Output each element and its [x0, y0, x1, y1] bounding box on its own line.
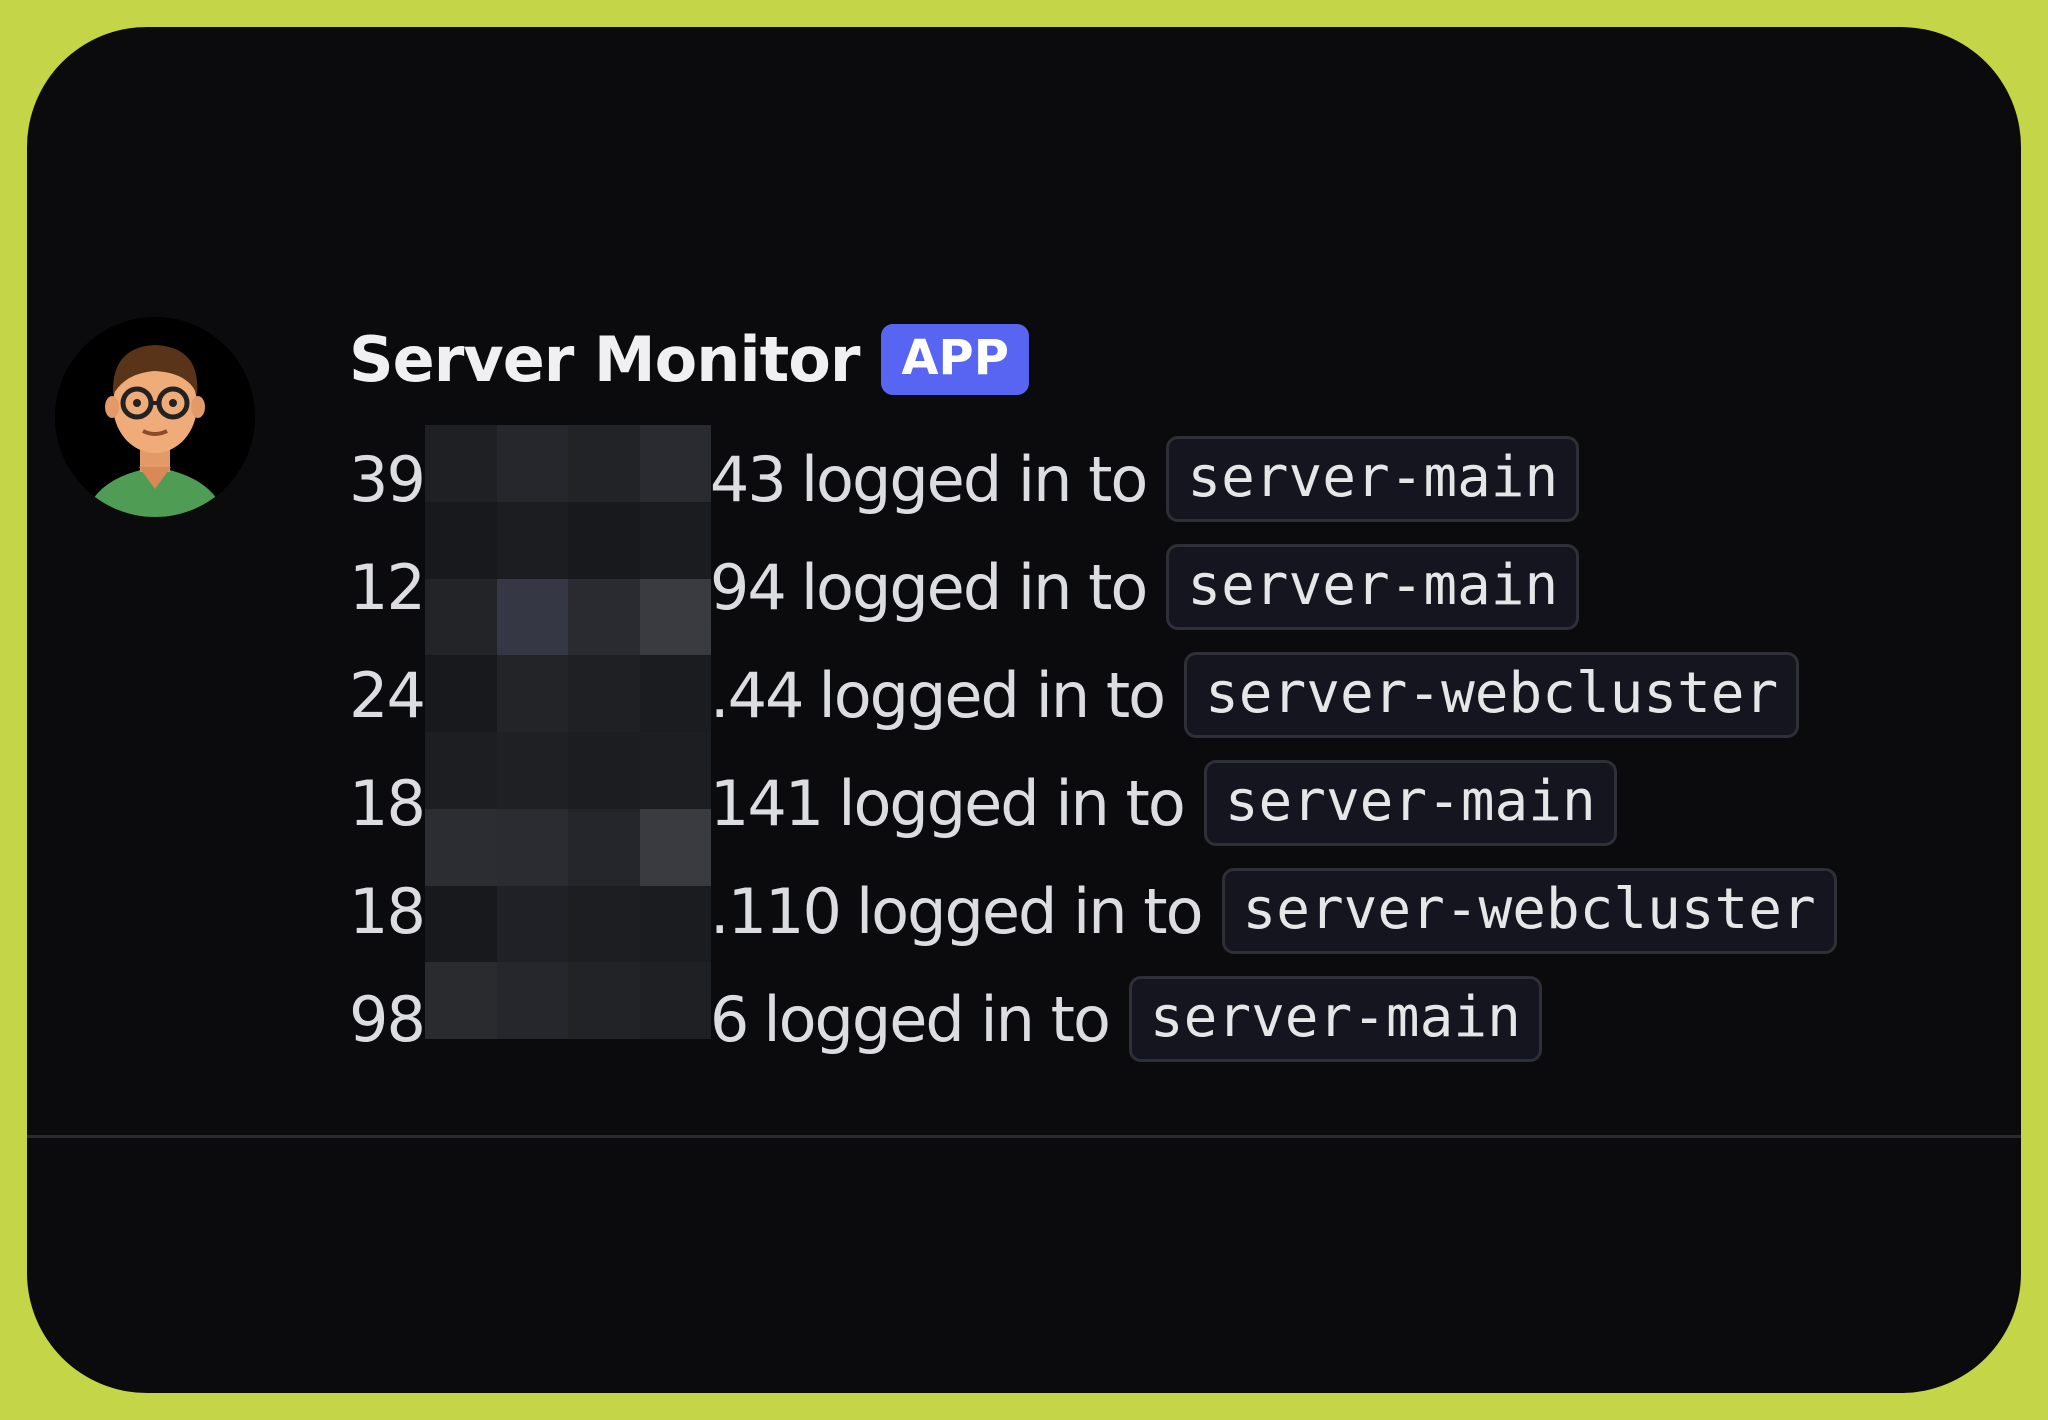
message-frame: Server Monitor APP 39 43 logged in to se…	[27, 27, 2021, 1393]
ip-suffix: 94	[709, 550, 787, 624]
server-code: server-webcluster	[1184, 652, 1800, 738]
log-text: logged in to	[800, 550, 1149, 624]
avatar-icon	[55, 317, 255, 517]
server-code: server-main	[1166, 544, 1580, 630]
server-code: server-main	[1203, 760, 1617, 846]
ip-prefix: 18	[349, 766, 426, 840]
log-text: logged in to	[838, 766, 1186, 840]
server-code: server-main	[1128, 976, 1542, 1062]
ip-prefix: 98	[349, 982, 426, 1056]
avatar[interactable]	[55, 317, 255, 517]
ip-suffix: .44	[709, 658, 805, 732]
ip-prefix: 18	[349, 874, 426, 948]
log-text: logged in to	[800, 442, 1149, 516]
message-header: Server Monitor APP	[349, 323, 1029, 396]
log-text: logged in to	[818, 658, 1167, 732]
log-text: logged in to	[855, 874, 1204, 948]
ip-suffix: 141	[709, 766, 824, 840]
ip-prefix: 12	[349, 550, 426, 624]
log-text: logged in to	[763, 982, 1111, 1056]
ip-prefix: 24	[349, 658, 426, 732]
server-code: server-main	[1166, 436, 1580, 522]
ip-prefix: 39	[349, 442, 426, 516]
ip-suffix: .110	[709, 874, 842, 948]
app-badge: APP	[881, 324, 1029, 395]
ip-suffix: 6	[709, 982, 749, 1056]
redaction-pixelation	[425, 425, 711, 1039]
ip-suffix: 43	[709, 442, 787, 516]
message-divider	[27, 1135, 2021, 1138]
server-code: server-webcluster	[1221, 868, 1837, 954]
author-name[interactable]: Server Monitor	[349, 323, 860, 396]
